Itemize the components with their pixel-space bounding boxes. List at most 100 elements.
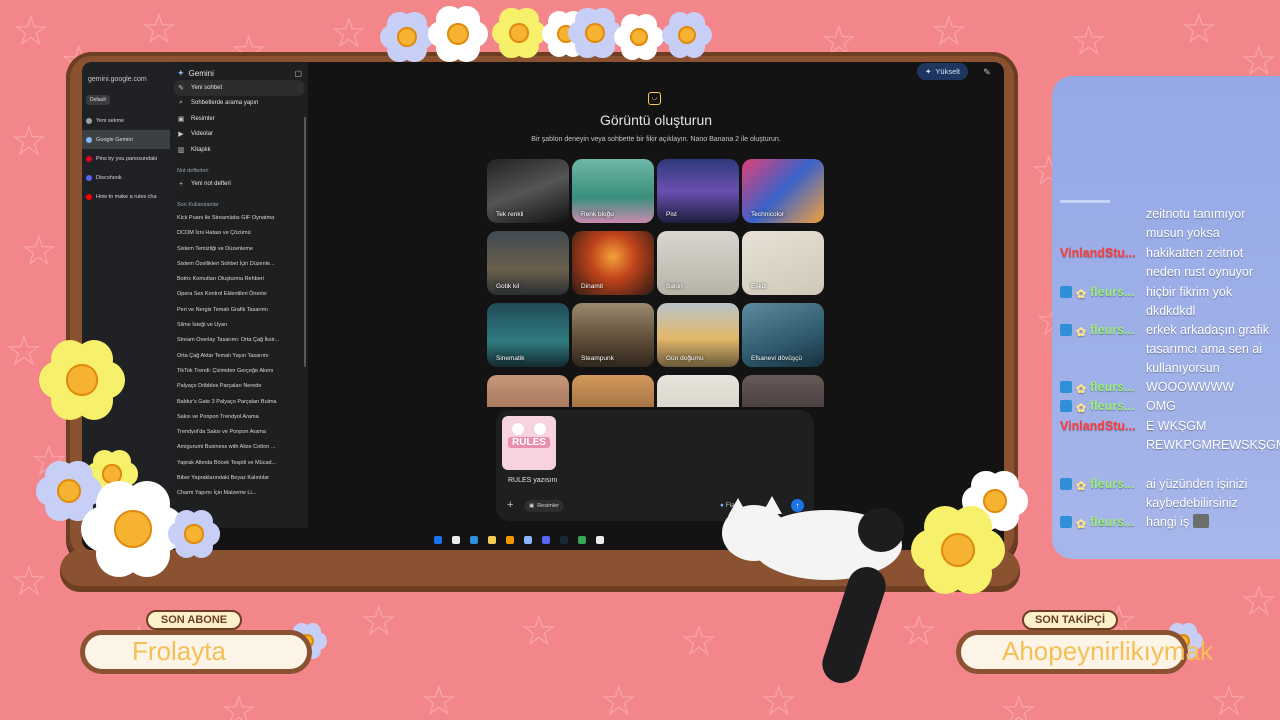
browser-tab[interactable]: How to make a rules cha [82,187,170,206]
taskbar-app-icon[interactable] [470,536,478,544]
template-tile[interactable]: Dinamit [572,231,654,295]
chat-message: zeitnotu tanımıyor musun yoksa [1060,205,1280,243]
taskbar-app-icon[interactable] [452,536,460,544]
page-subtitle: Bir şablon deneyin veya sohbette bir fik… [531,136,781,143]
sidebar-nav-label: Sohbetlerde arama yapın [191,100,259,107]
flower-badge-icon: ✿ [1075,287,1087,301]
address-bar[interactable]: gemini.google.com [82,62,170,87]
new-notebook-button[interactable]: + Yeni not defteri [170,177,308,193]
template-tile[interactable] [487,375,569,407]
chat-username[interactable]: ✿ fleurs... [1060,475,1144,494]
new-chat-icon[interactable]: ✎ [980,65,994,79]
taskbar-app-icon[interactable] [524,536,532,544]
recent-chat-item[interactable]: Kick Puanı ile Streamlabs GIF Oynatma [170,211,308,226]
add-attachment-icon[interactable]: + [507,499,513,511]
browser-tab[interactable]: Google Gemini [82,130,170,149]
chat-username[interactable]: ✿ fleurs... [1060,378,1144,397]
chat-username-text: VinlandStu... [1060,419,1136,433]
template-tile[interactable]: Gün doğumu [657,303,739,367]
template-tile[interactable] [572,375,654,407]
sidebar-scrollbar[interactable] [304,117,306,367]
star-decoration: ☆ [760,677,798,720]
chat-username[interactable]: VinlandStu... [1060,417,1144,436]
sidebar-nav-item[interactable]: ▥ Kitaplık [170,142,308,158]
edit-icon: ✎ [178,84,184,92]
recent-chat-item[interactable]: Stream Overlay Tasarımı: Orta Çağ İksir.… [170,333,308,348]
recent-chat-item[interactable]: DCOM İzni Hatası ve Çözümü [170,226,308,241]
flower-badge-icon: ✿ [1075,479,1087,493]
template-tile[interactable] [657,375,739,407]
sidebar-nav-label: Kitaplık [191,146,211,153]
profile-chip[interactable]: Default [86,95,110,105]
recent-chat-item[interactable]: Orta Çağ Aktar Temalı Yayın Tasarımı [170,349,308,364]
attached-image-thumbnail[interactable]: RULES [502,416,556,470]
send-button[interactable]: ↑ [791,499,804,512]
taskbar-app-icon[interactable] [434,536,442,544]
template-label: Salon [666,283,683,290]
chat-message-text: E WKŞGM REWKPGMREWSKŞGM [1146,419,1280,452]
sidebar-nav-item[interactable]: ✎ Yeni sohbet [173,80,305,96]
star-decoration: ☆ [10,557,48,604]
sidebar-nav-item[interactable]: ⌕ Sohbetlerde arama yapın [170,96,308,112]
template-tile[interactable] [742,375,824,407]
taskbar-app-icon[interactable] [560,536,568,544]
image-icon: ▣ [529,503,535,509]
taskbar-app-icon[interactable] [596,536,604,544]
recent-chat-item[interactable]: Baldur's Gate 3 Palyaço Parçaları Bulma [170,395,308,410]
template-tile[interactable]: Efsanevi dövüşçü [742,303,824,367]
recent-chat-item[interactable]: Charm Yapımı İçin Malzeme Li... [170,486,308,501]
template-tile[interactable]: Pist [657,159,739,223]
recent-chat-item[interactable]: Botrix Komutları Oluşturma Rehberi [170,272,308,287]
recent-chat-item[interactable]: Palyaço Dribbles Parçaları Nerede [170,379,308,394]
chat-username-text: fleurs... [1090,399,1135,413]
recent-chat-item[interactable]: Sistem Temizliği ve Düzenleme [170,242,308,257]
chat-username[interactable]: ✿ fleurs... [1060,513,1144,532]
recent-chat-item[interactable]: Opera Ses Kontrol Eklentileri Önerisi [170,287,308,302]
last-follower-tag: SON TAKİPÇİ [1022,610,1118,630]
template-tile[interactable]: Eskiz [742,231,824,295]
recent-chat-item[interactable]: Silme İsteği ve Uyarı [170,318,308,333]
template-tile[interactable]: Technicolor [742,159,824,223]
chat-username[interactable]: ✿ fleurs... [1060,283,1144,302]
images-tool-chip[interactable]: ▣ Resimler [524,500,564,512]
sidebar-nav-item[interactable]: ▣ Resimler [170,111,308,127]
chat-message: ✿ fleurs... WOOOWWWW [1060,378,1280,397]
upgrade-button[interactable]: ✦ Yükselt [917,63,968,80]
chat-message: ✿ fleurs... hangi iş [1060,513,1280,532]
template-tile[interactable]: Tek renkli [487,159,569,223]
taskbar-app-icon[interactable] [542,536,550,544]
template-tile[interactable]: Salon [657,231,739,295]
template-tile[interactable]: Renk bloğu [572,159,654,223]
browser-tab[interactable]: Pins by you panosundaki [82,149,170,168]
browser-tab[interactable]: Discohook [82,168,170,187]
recent-chat-item[interactable]: Sistem Özellikleri Sohbet İçin Düzenle..… [170,257,308,272]
recent-chat-item[interactable]: Yaprak Altında Böcek Tespiti ve Mücad... [170,456,308,471]
template-tile[interactable]: Gotik kil [487,231,569,295]
taskbar-app-icon[interactable] [488,536,496,544]
template-label: Steampunk [581,355,614,362]
sidebar-nav-item[interactable]: ▶ Videolar [170,127,308,143]
browser-tab[interactable]: Yeni sekme [82,111,170,130]
prompt-input[interactable]: RULES yazısını [508,477,557,484]
daffodil-flower-icon [660,8,714,62]
template-label: Renk bloğu [581,211,614,218]
sidebar-toggle-icon[interactable]: ▢ [294,69,302,78]
recent-chat-item[interactable]: TikTok Trendi: Çizimden Gerçeğe Akımı [170,364,308,379]
recent-chat-item[interactable]: Peri ve Nergis Temalı Grafik Tasarımı [170,303,308,318]
chat-username[interactable]: ✿ fleurs... [1060,397,1144,416]
taskbar-app-icon[interactable] [578,536,586,544]
recent-chat-item[interactable]: Amigurumi Business with Alize Cotton ... [170,440,308,455]
template-tile[interactable]: Sinematik [487,303,569,367]
recent-chat-item[interactable]: Trendyol'da Saksı ve Ponpon Arama [170,425,308,440]
chat-username[interactable]: VinlandStu... [1060,244,1144,263]
taskbar-app-icon[interactable] [506,536,514,544]
flower-badge-icon: ✿ [1075,325,1087,339]
chat-username-text: VinlandStu... [1060,246,1136,260]
recent-chat-item[interactable]: Saksı ve Ponpon Trendyol Arama [170,410,308,425]
gemini-logo[interactable]: ✦ Gemini [177,68,214,79]
sidebar-nav-label: Resimler [191,115,215,122]
subscriber-badge-icon [1060,516,1072,528]
recent-chat-item[interactable]: Biber Yapraklarındaki Beyaz Kalıntılar [170,471,308,486]
chat-username[interactable]: ✿ fleurs... [1060,321,1144,340]
template-tile[interactable]: Steampunk [572,303,654,367]
